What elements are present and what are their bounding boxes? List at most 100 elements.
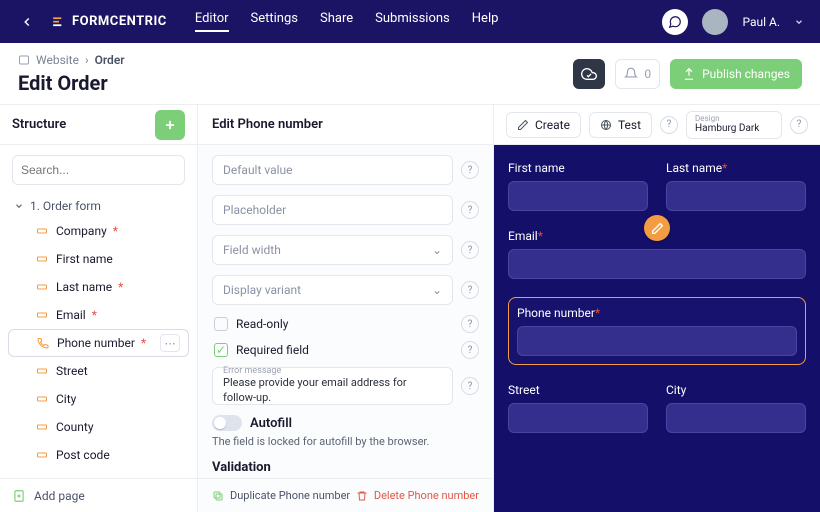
autofill-hint: The field is locked for autofill by the … [212, 435, 479, 448]
brand-name: FORMCENTRIC [72, 14, 167, 29]
checkbox-checked-icon: ✓ [214, 343, 228, 357]
editor-panel: Edit Phone number Default value ? Placeh… [198, 105, 494, 512]
add-element-button[interactable] [155, 110, 185, 140]
plus-icon [163, 118, 177, 132]
preview-field-first-name[interactable]: First name [508, 161, 648, 211]
display-variant-select[interactable]: Display variant ⌄ [212, 275, 453, 305]
add-page-icon [12, 489, 26, 503]
crumb-website[interactable]: Website [36, 53, 79, 67]
design-select[interactable]: Design Hamburg Dark [686, 111, 782, 139]
nav-share[interactable]: Share [320, 11, 353, 32]
preview-stage: First name Last name* Email* [494, 145, 820, 512]
tree-node-county[interactable]: County [8, 413, 189, 441]
cloud-save-button[interactable] [573, 59, 605, 89]
file-icon [18, 54, 30, 66]
tree-node-company[interactable]: Company* [8, 217, 189, 245]
nav-help[interactable]: Help [472, 11, 499, 32]
help-icon[interactable]: ? [461, 201, 479, 219]
readonly-checkbox[interactable]: Read-only ? [214, 315, 479, 333]
preview-field-phone[interactable]: Phone number* [517, 306, 797, 356]
page-title: Edit Order [18, 71, 125, 95]
error-message-input[interactable]: Error message Please provide your email … [212, 367, 453, 405]
tree-node-first-name[interactable]: First name [8, 245, 189, 273]
search-box[interactable] [12, 155, 185, 185]
preview-panel: Create Test ? Design Hamburg Dark ? Firs… [494, 105, 820, 512]
chat-icon [668, 15, 682, 29]
tree-node-last-name[interactable]: Last name* [8, 273, 189, 301]
back-button[interactable] [16, 11, 38, 33]
structure-panel: Structure 1. Order form Company* First n… [0, 105, 198, 512]
brand-logo: FORMCENTRIC [52, 14, 167, 29]
tree-node-post-code[interactable]: Post code [8, 441, 189, 469]
duplicate-button[interactable]: Duplicate Phone number [212, 489, 350, 502]
field-width-select[interactable]: Field width ⌄ [212, 235, 453, 265]
tree-node-email[interactable]: Email* [8, 301, 189, 329]
nav-right: Paul A. [662, 9, 804, 35]
nav-submissions[interactable]: Submissions [375, 11, 450, 32]
upload-icon [682, 67, 696, 81]
user-avatar[interactable] [702, 9, 728, 35]
pencil-icon [651, 222, 664, 235]
create-button[interactable]: Create [506, 112, 581, 138]
preview-field-last-name[interactable]: Last name* [666, 161, 806, 211]
pencil-icon [517, 119, 529, 131]
preview-field-street[interactable]: Street [508, 383, 648, 433]
phone-icon [37, 337, 51, 349]
chevron-down-icon [794, 17, 804, 27]
test-button[interactable]: Test [589, 112, 652, 138]
autofill-label: Autofill [250, 416, 292, 431]
notifications-button[interactable]: 0 [615, 59, 660, 89]
bell-icon [624, 67, 638, 81]
add-page-button[interactable]: Add page [0, 478, 197, 512]
structure-title: Structure [12, 117, 66, 132]
subheader: Website › Order Edit Order 0 Publish cha… [0, 43, 820, 105]
globe-icon [600, 119, 612, 131]
preview-field-city[interactable]: City [666, 383, 806, 433]
nav-items: Editor Settings Share Submissions Help [195, 11, 499, 32]
node-more-button[interactable]: ⋯ [160, 334, 180, 352]
help-icon[interactable]: ? [461, 377, 479, 395]
nav-editor[interactable]: Editor [195, 11, 229, 32]
delete-button[interactable]: Delete Phone number [356, 489, 479, 502]
placeholder-input[interactable]: Placeholder [212, 195, 453, 225]
help-icon[interactable]: ? [461, 315, 479, 333]
help-icon[interactable]: ? [461, 281, 479, 299]
arrow-left-icon [20, 15, 34, 29]
validation-title: Validation [212, 460, 479, 475]
help-icon[interactable]: ? [790, 116, 808, 134]
user-name[interactable]: Paul A. [742, 15, 780, 29]
tree-node-phone-number[interactable]: Phone number* ⋯ [8, 329, 189, 357]
cloud-check-icon [581, 66, 597, 82]
chevron-down-icon [14, 201, 24, 211]
top-navbar: FORMCENTRIC Editor Settings Share Submis… [0, 0, 820, 43]
help-icon[interactable]: ? [461, 241, 479, 259]
autofill-toggle[interactable] [212, 415, 242, 431]
duplicate-icon [212, 490, 224, 502]
structure-tree: 1. Order form Company* First name Last n… [0, 195, 197, 478]
notification-count: 0 [644, 67, 651, 81]
trash-icon [356, 490, 368, 502]
publish-label: Publish changes [702, 67, 790, 81]
help-icon[interactable]: ? [660, 116, 678, 134]
chat-button[interactable] [662, 9, 688, 35]
tree-root[interactable]: 1. Order form [8, 195, 189, 217]
default-value-input[interactable]: Default value [212, 155, 453, 185]
editor-title: Edit Phone number [212, 117, 323, 132]
tree-node-city[interactable]: City [8, 385, 189, 413]
chevron-down-icon: ⌄ [432, 243, 442, 257]
help-icon[interactable]: ? [461, 161, 479, 179]
required-checkbox[interactable]: ✓ Required field ? [214, 341, 479, 359]
tree-node-street[interactable]: Street [8, 357, 189, 385]
brand-mark-icon [52, 15, 66, 29]
help-icon[interactable]: ? [461, 341, 479, 359]
crumb-order[interactable]: Order [95, 53, 125, 67]
nav-settings[interactable]: Settings [251, 11, 298, 32]
field-icon [36, 225, 50, 237]
checkbox-icon [214, 317, 228, 331]
preview-field-phone-highlight: Phone number* [508, 297, 806, 365]
edit-badge[interactable] [644, 215, 670, 241]
search-input[interactable] [21, 163, 176, 177]
chevron-down-icon: ⌄ [432, 283, 442, 297]
publish-button[interactable]: Publish changes [670, 59, 802, 89]
breadcrumb: Website › Order [18, 53, 125, 67]
